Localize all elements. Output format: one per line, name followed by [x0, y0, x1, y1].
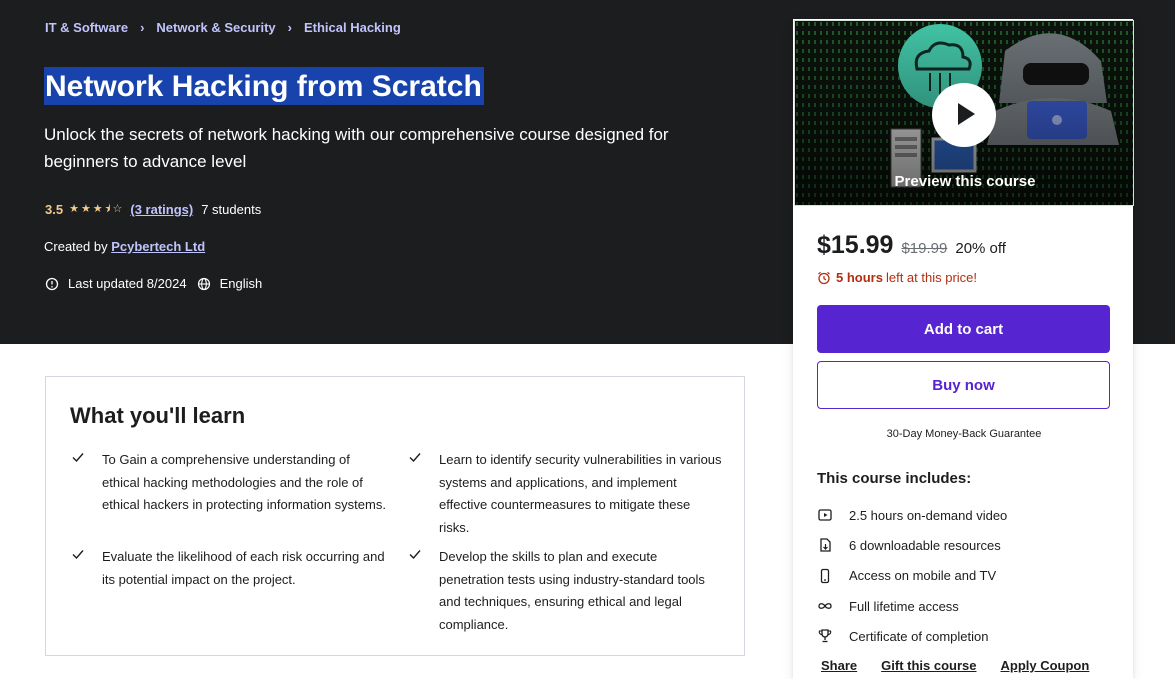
list-item: Full lifetime access [817, 591, 1007, 621]
chevron-right-icon: › [287, 20, 292, 35]
course-subtitle: Unlock the secrets of network hacking wi… [44, 125, 669, 171]
includes-list: 2.5 hours on-demand video 6 downloadable… [817, 500, 1007, 651]
buy-now-button[interactable]: Buy now [817, 361, 1110, 409]
course-language: English [219, 276, 263, 291]
check-icon [72, 550, 84, 560]
include-text: 2.5 hours on-demand video [849, 507, 1008, 523]
mobile-icon [820, 568, 830, 583]
learn-item: To Gain a comprehensive understanding of… [72, 449, 387, 517]
discount-label: 20% off [955, 240, 1006, 257]
star-rating-icon: ★★★⯨☆ [69, 203, 125, 215]
globe-icon [197, 277, 210, 290]
infinity-icon [818, 603, 832, 609]
list-item: 6 downloadable resources [817, 530, 1007, 560]
alarm-clock-icon [818, 271, 830, 284]
list-item: 2.5 hours on-demand video [817, 500, 1007, 530]
include-text: 6 downloadable resources [849, 537, 1001, 553]
includes-title: This course includes: [817, 470, 972, 487]
learn-item: Learn to identify security vulnerabiliti… [409, 449, 724, 539]
learn-heading: What you'll learn [70, 403, 246, 428]
chevron-right-icon: › [140, 20, 145, 35]
breadcrumb-it-software[interactable]: IT & Software [45, 20, 128, 35]
ratings-count-link[interactable]: (3 ratings) [130, 202, 193, 217]
check-icon [409, 453, 421, 463]
include-text: Certificate of completion [849, 628, 989, 644]
learn-item: Develop the skills to plan and execute p… [409, 546, 724, 636]
include-text: Access on mobile and TV [849, 568, 997, 584]
created-by: Created by Pcybertech Ltd [44, 239, 205, 254]
money-back-guarantee: 30-Day Money-Back Guarantee [886, 428, 1042, 440]
instructor-link[interactable]: Pcybertech Ltd [111, 239, 205, 254]
breadcrumb: IT & Software › Network & Security › Eth… [45, 20, 401, 35]
rating-row: 3.5 ★★★⯨☆ (3 ratings) 7 students [45, 200, 261, 219]
learn-item: Evaluate the likelihood of each risk occ… [72, 546, 387, 591]
breadcrumb-network-security[interactable]: Network & Security [156, 20, 275, 35]
add-to-cart-button[interactable]: Add to cart [817, 305, 1110, 353]
learn-item-text: To Gain a comprehensive understanding of… [102, 452, 386, 512]
preview-label[interactable]: Preview this course [795, 173, 1133, 190]
learn-item-text: Develop the skills to plan and execute p… [439, 549, 705, 632]
check-icon [409, 550, 421, 560]
original-price: $19.99 [901, 240, 948, 257]
course-title: Network Hacking from Scratch [44, 67, 484, 105]
learn-item-text: Learn to identify security vulnerabiliti… [439, 452, 722, 535]
list-item: Certificate of completion [817, 621, 1007, 651]
purchase-card: Preview this course $15.99 $19.99 20% of… [793, 19, 1134, 679]
current-price: $15.99 [817, 231, 894, 259]
last-updated: Last updated 8/2024 [68, 276, 187, 291]
course-preview[interactable]: Preview this course [794, 20, 1134, 206]
price-timer: 5 hours left at this price! [817, 270, 977, 285]
breadcrumb-ethical-hacking[interactable]: Ethical Hacking [304, 20, 401, 35]
students-count: 7 students [201, 202, 262, 217]
timer-hours: 5 hours [836, 270, 883, 285]
check-icon [72, 453, 84, 463]
what-youll-learn-box: What you'll learn To Gain a comprehensiv… [45, 376, 745, 656]
rating-value: 3.5 [45, 202, 64, 217]
created-by-label: Created by [44, 239, 108, 254]
alert-clock-icon [45, 277, 59, 290]
file-download-icon [820, 538, 831, 553]
course-meta: Last updated 8/2024 English [45, 276, 262, 291]
trophy-icon [818, 629, 832, 643]
list-item: Access on mobile and TV [817, 561, 1007, 591]
timer-suffix: left at this price! [885, 270, 978, 285]
play-icon[interactable] [932, 83, 996, 147]
learn-item-text: Evaluate the likelihood of each risk occ… [102, 549, 385, 587]
price-row: $15.99 $19.99 20% off [817, 231, 1006, 260]
include-text: Full lifetime access [849, 598, 959, 614]
video-icon [818, 509, 832, 521]
